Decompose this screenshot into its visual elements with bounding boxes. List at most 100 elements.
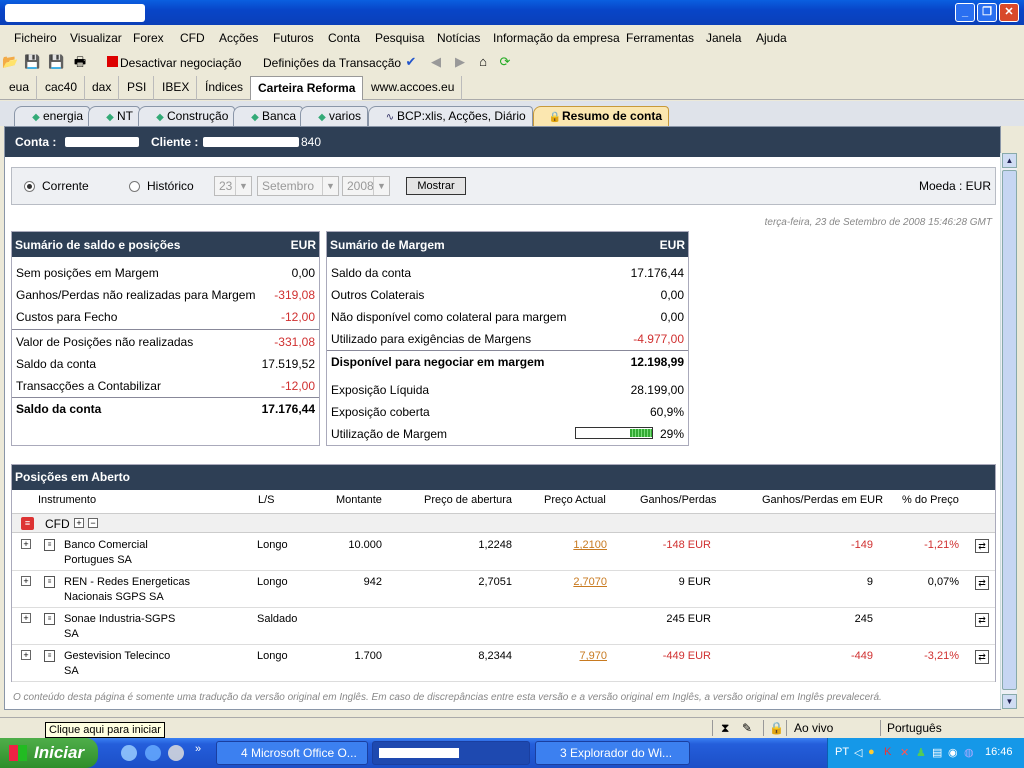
task-redacted[interactable] bbox=[372, 741, 530, 765]
tray-icon-1[interactable]: ● bbox=[868, 746, 875, 758]
menu-ajuda[interactable]: Ajuda bbox=[756, 31, 787, 45]
tray-icon-3[interactable]: ✕ bbox=[900, 746, 909, 759]
print-icon[interactable]: 🖶 bbox=[72, 54, 88, 70]
col-preco-actual: Preço Actual bbox=[544, 494, 606, 506]
month-select[interactable]: Setembro ▼ bbox=[257, 176, 339, 196]
refresh-icon[interactable]: ⟳ bbox=[497, 54, 513, 70]
row-label: Utilizado para exigências de Margens bbox=[331, 332, 532, 346]
subtab-construcao[interactable]: ◆ Construção bbox=[138, 106, 236, 126]
open-folder-icon[interactable]: 📂 bbox=[2, 54, 18, 70]
tab-cac40[interactable]: cac40 bbox=[38, 76, 86, 100]
subtab-nt[interactable]: ◆ NT bbox=[88, 106, 140, 126]
subtab-varios[interactable]: ◆ varios bbox=[300, 106, 369, 126]
tray-icon-4[interactable]: ♟ bbox=[916, 746, 926, 759]
radio-historico[interactable] bbox=[129, 181, 140, 192]
col-ganhos-perdas: Ganhos/Perdas bbox=[640, 494, 717, 506]
maximize-button[interactable]: ❐ bbox=[977, 3, 997, 22]
menu-informacao-empresa[interactable]: Informação da empresa bbox=[493, 31, 620, 45]
transaction-settings-button[interactable]: Definições da Transacção bbox=[263, 56, 401, 70]
table-row[interactable]: + ≡ Banco Comercial Portugues SA Longo 1… bbox=[12, 534, 995, 571]
tab-carteira-reforma[interactable]: Carteira Reforma bbox=[250, 76, 364, 100]
row-label: Saldo da conta bbox=[16, 357, 97, 371]
back-arrow-icon[interactable]: ◀ bbox=[428, 54, 444, 70]
minimize-button[interactable]: _ bbox=[955, 3, 975, 22]
tab-accoes-eu[interactable]: www.accoes.eu bbox=[364, 76, 463, 100]
current-price-link[interactable]: 1,2100 bbox=[573, 539, 607, 551]
scroll-up-icon[interactable]: ▲ bbox=[1002, 153, 1017, 168]
menu-ficheiro[interactable]: Ficheiro bbox=[14, 31, 57, 45]
table-row[interactable]: + ≡ Gestevision Telecinco SA Longo 1.700… bbox=[12, 645, 995, 682]
tray-icon-6[interactable]: ◉ bbox=[948, 746, 958, 759]
subtab-resumo-conta[interactable]: 🔒Resumo de conta bbox=[533, 106, 670, 126]
menu-cfd[interactable]: CFD bbox=[180, 31, 205, 45]
menu-visualizar[interactable]: Visualizar bbox=[70, 31, 122, 45]
day-select[interactable]: 23 ▼ bbox=[214, 176, 252, 196]
quicklaunch-icon[interactable] bbox=[121, 745, 137, 761]
document-icon[interactable]: ≡ bbox=[44, 613, 55, 625]
expand-all-icon[interactable]: + bbox=[74, 518, 84, 528]
expand-icon[interactable]: + bbox=[21, 539, 31, 549]
vertical-scrollbar[interactable]: ▲ ▼ bbox=[1000, 153, 1017, 709]
current-price-link[interactable]: 2,7070 bbox=[573, 576, 607, 588]
expand-icon[interactable]: + bbox=[21, 613, 31, 623]
trade-action-icon[interactable]: ⇄ bbox=[975, 576, 989, 590]
menu-janela[interactable]: Janela bbox=[706, 31, 741, 45]
close-button[interactable]: ✕ bbox=[999, 3, 1019, 22]
tab-indices[interactable]: Índices bbox=[198, 76, 252, 100]
row-value: 28.199,00 bbox=[630, 383, 684, 397]
menu-futuros[interactable]: Futuros bbox=[273, 31, 314, 45]
tab-psi[interactable]: PSI bbox=[120, 76, 155, 100]
table-row[interactable]: + ≡ REN - Redes Energeticas Nacionais SG… bbox=[12, 571, 995, 608]
tray-icon-5[interactable]: ▤ bbox=[932, 746, 942, 759]
check-icon[interactable]: ✔ bbox=[403, 54, 419, 70]
home-icon[interactable]: ⌂ bbox=[475, 54, 491, 70]
year-select[interactable]: 2008 ▼ bbox=[342, 176, 390, 196]
tab-eua[interactable]: eua bbox=[2, 76, 38, 100]
more-icon[interactable]: » bbox=[195, 743, 201, 755]
scroll-thumb[interactable] bbox=[1002, 170, 1017, 690]
menu-ferramentas[interactable]: Ferramentas bbox=[626, 31, 694, 45]
language-indicator[interactable]: PT bbox=[835, 746, 849, 758]
start-button[interactable]: Iniciar bbox=[0, 738, 98, 768]
margin-row: Não disponível como colateral para marge… bbox=[327, 306, 688, 328]
pl-eur-value: -149 bbox=[850, 539, 873, 551]
subtab-banca[interactable]: ◆ Banca bbox=[233, 106, 304, 126]
collapse-all-icon[interactable]: − bbox=[88, 518, 98, 528]
forward-arrow-icon[interactable]: ▶ bbox=[452, 54, 468, 70]
menu-accoes[interactable]: Acções bbox=[219, 31, 258, 45]
menu-forex[interactable]: Forex bbox=[133, 31, 164, 45]
deactivate-trading-button[interactable]: Desactivar negociação bbox=[120, 56, 241, 70]
trade-action-icon[interactable]: ⇄ bbox=[975, 650, 989, 664]
tray-icon-7[interactable]: ◍ bbox=[964, 746, 974, 759]
task-office[interactable]: 4 Microsoft Office O... bbox=[216, 741, 368, 765]
menu-conta[interactable]: Conta bbox=[328, 31, 360, 45]
expand-icon[interactable]: + bbox=[21, 650, 31, 660]
language-status[interactable]: Português bbox=[887, 721, 942, 735]
scroll-down-icon[interactable]: ▼ bbox=[1002, 694, 1017, 709]
ie-icon[interactable] bbox=[145, 745, 161, 761]
document-icon[interactable]: ≡ bbox=[44, 539, 55, 551]
media-icon[interactable] bbox=[168, 745, 184, 761]
show-button[interactable]: Mostrar bbox=[406, 177, 466, 195]
chevron-up-icon[interactable]: ◁ bbox=[854, 746, 862, 759]
table-row[interactable]: + ≡ Sonae Industria-SGPS SA Saldado 245 … bbox=[12, 608, 995, 645]
subtab-energia[interactable]: ◆ energia bbox=[14, 106, 91, 126]
tray-icon-2[interactable]: K bbox=[884, 746, 891, 758]
tab-dax[interactable]: dax bbox=[85, 76, 120, 100]
tab-ibex[interactable]: IBEX bbox=[155, 76, 198, 100]
radio-corrente[interactable] bbox=[24, 181, 35, 192]
row-label: Disponível para negociar em margem bbox=[331, 355, 545, 369]
menu-pesquisa[interactable]: Pesquisa bbox=[375, 31, 424, 45]
subtab-bcp[interactable]: ∿ BCP:xlis, Acções, Diário bbox=[368, 106, 533, 126]
document-icon[interactable]: ≡ bbox=[44, 650, 55, 662]
save-all-icon[interactable]: 💾 bbox=[48, 54, 64, 70]
document-icon[interactable]: ≡ bbox=[44, 576, 55, 588]
trade-action-icon[interactable]: ⇄ bbox=[975, 613, 989, 627]
expand-icon[interactable]: + bbox=[21, 576, 31, 586]
save-icon[interactable]: 💾 bbox=[24, 54, 40, 70]
pct-value: -1,21% bbox=[924, 539, 959, 551]
menu-noticias[interactable]: Notícias bbox=[437, 31, 480, 45]
current-price-link[interactable]: 7,970 bbox=[579, 650, 607, 662]
task-explorer[interactable]: 3 Explorador do Wi... bbox=[535, 741, 690, 765]
trade-action-icon[interactable]: ⇄ bbox=[975, 539, 989, 553]
